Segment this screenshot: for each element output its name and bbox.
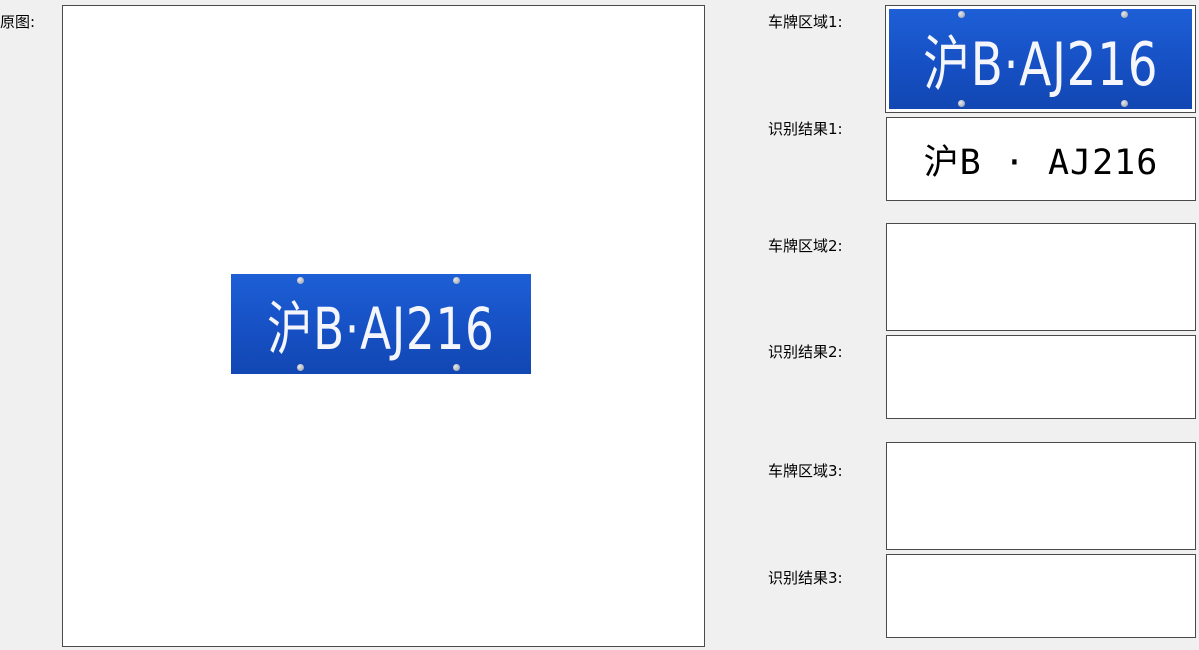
recognition-result-3-panel xyxy=(886,554,1196,638)
plate-region-1-image: 沪B·AJ216 xyxy=(889,9,1192,109)
recognition-result-2-label: 识别结果2: xyxy=(768,343,843,361)
plate-region-1-panel: 沪B·AJ216 xyxy=(885,5,1196,113)
recognition-result-1-label: 识别结果1: xyxy=(768,120,843,138)
plate-region-3-label: 车牌区域3: xyxy=(768,462,843,480)
plate-region-1-label: 车牌区域1: xyxy=(768,13,843,31)
original-image-panel: 沪B·AJ216 xyxy=(62,5,705,647)
original-image-label: 原图: xyxy=(0,13,36,31)
original-plate-characters: 沪B·AJ216 xyxy=(267,295,495,363)
plate-region-2-content xyxy=(887,224,1195,330)
original-license-plate-image: 沪B·AJ216 xyxy=(231,274,531,374)
recognition-result-1-text: 沪B · AJ216 xyxy=(923,142,1159,183)
plate-region-2-panel xyxy=(886,223,1196,331)
recognition-result-2-panel xyxy=(886,335,1196,419)
plate-region-3-panel xyxy=(886,442,1196,550)
recognition-result-3-text xyxy=(887,555,1195,637)
recognition-result-2-text xyxy=(887,336,1195,418)
plate-region-1-characters: 沪B·AJ216 xyxy=(922,29,1159,100)
plate-region-2-label: 车牌区域2: xyxy=(768,237,843,255)
recognition-result-3-label: 识别结果3: xyxy=(768,569,843,587)
recognition-result-1-panel: 沪B · AJ216 xyxy=(886,117,1196,201)
plate-region-3-content xyxy=(887,443,1195,549)
